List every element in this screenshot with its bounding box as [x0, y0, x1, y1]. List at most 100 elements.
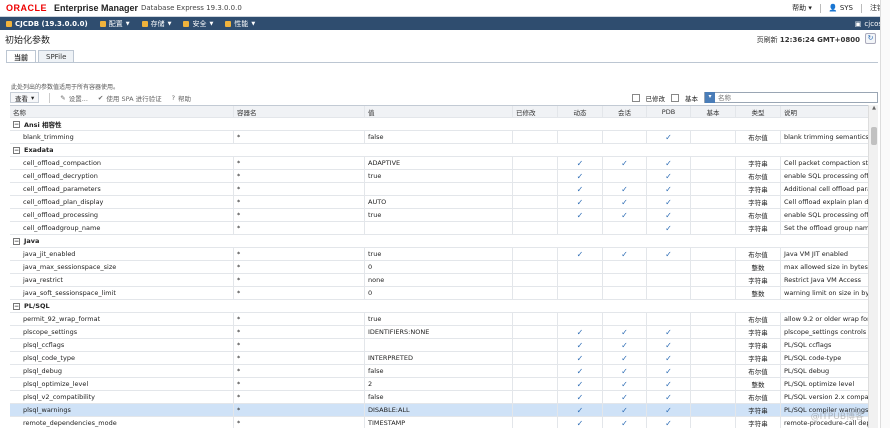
scrollbar-thumb[interactable] — [871, 127, 877, 145]
check-icon: ✓ — [665, 340, 672, 350]
column-header-name[interactable]: 名称 — [10, 106, 234, 117]
help-menu[interactable]: 帮助 ▾ — [792, 3, 812, 13]
param-dynamic-cell: ✓ — [558, 183, 603, 195]
view-menu-button[interactable]: 查看 ▾ — [10, 92, 40, 103]
param-pdb-cell: ✓ — [647, 248, 691, 260]
table-row[interactable]: cell_offload_parameters * ✓ ✓ ✓ 字符串 Additional… — [10, 183, 868, 196]
param-name-cell: plsql_optimize_level — [10, 378, 234, 390]
collapse-icon[interactable]: − — [13, 237, 20, 245]
group-header[interactable]: − PL/SQL — [10, 300, 50, 312]
table-row[interactable]: remote_dependencies_mode * TIMESTAMP ✓ ✓ ✓ 字符串… — [10, 417, 868, 428]
nav-security[interactable]: 安全 ▼ — [177, 17, 219, 30]
check-icon: ✓ — [576, 353, 584, 363]
param-session-cell — [603, 170, 647, 182]
check-icon: ✓ — [576, 405, 584, 415]
table-row[interactable]: blank_trimming * false ✓ 布尔值 blank trimming s… — [10, 131, 868, 144]
group-header[interactable]: − Java — [10, 235, 39, 247]
nav-performance[interactable]: 性能 ▼ — [219, 17, 261, 30]
param-name-cell: cell_offload_plan_display — [10, 196, 234, 208]
table-row[interactable]: cell_offload_processing * true ✓ ✓ ✓ 布尔值 enable… — [10, 209, 868, 222]
param-session-cell — [603, 261, 647, 273]
column-header-modified[interactable]: 已修改 — [513, 106, 558, 117]
filter-input[interactable] — [715, 93, 865, 102]
param-pdb-cell: ✓ — [647, 378, 691, 390]
vertical-scrollbar[interactable]: ▲ — [868, 105, 878, 428]
group-header[interactable]: − Ansi 相容性 — [10, 118, 62, 130]
tab-spfile[interactable]: SPFile — [38, 50, 75, 62]
tab-current[interactable]: 当前 — [6, 50, 36, 62]
collapse-icon[interactable]: − — [13, 302, 20, 310]
column-header-pdb[interactable]: PDB — [647, 106, 691, 117]
param-modified-cell — [513, 170, 558, 182]
table-row[interactable]: permit_92_wrap_format * true 布尔值 allow 9.2 o… — [10, 313, 868, 326]
param-session-cell: ✓ — [603, 196, 647, 208]
param-dynamic-cell — [558, 131, 603, 143]
check-icon: ✓ — [576, 184, 584, 194]
group-row[interactable]: − Exadata — [10, 144, 868, 157]
table-row[interactable]: java_max_sessionspace_size * 0 整数 max allowe… — [10, 261, 868, 274]
param-value-cell — [365, 222, 513, 234]
param-basic-cell — [691, 391, 736, 403]
column-header-dynamic[interactable]: 动态 — [558, 106, 603, 117]
table-row[interactable]: cell_offload_decryption * true ✓ ✓ 布尔值 enable … — [10, 170, 868, 183]
table-row[interactable]: cell_offloadgroup_name * ✓ 字符串 Set the offlo… — [10, 222, 868, 235]
table-row[interactable]: java_restrict * none 字符串 Restrict Java VM Ac… — [10, 274, 868, 287]
param-description-cell: enable SQL processing offlo... — [784, 211, 868, 219]
check-icon: ✓ — [576, 340, 584, 350]
param-session-cell — [603, 131, 647, 143]
basic-checkbox[interactable] — [671, 93, 679, 102]
param-dynamic-cell — [558, 287, 603, 299]
param-basic-cell — [691, 131, 736, 143]
param-session-cell: ✓ — [603, 391, 647, 403]
nav-config[interactable]: 配置 ▼ — [94, 17, 136, 30]
column-header-container[interactable]: 容器名 — [234, 106, 365, 117]
table-row[interactable]: cell_offload_compaction * ADAPTIVE ✓ ✓ ✓ 字符串 Ce… — [10, 157, 868, 170]
user-menu[interactable]: 👤 SYS — [829, 4, 853, 12]
param-container-cell: * — [234, 378, 365, 390]
table-row[interactable]: java_soft_sessionspace_limit * 0 整数 warning … — [10, 287, 868, 300]
param-modified-cell — [513, 261, 558, 273]
table-row[interactable]: plsql_warnings * DISABLE:ALL ✓ ✓ ✓ 字符串 PL/SQL c… — [10, 404, 868, 417]
nav-db-home[interactable]: CJCDB (19.3.0.0.0) — [0, 17, 94, 30]
param-container-cell: * — [234, 417, 365, 428]
table-row[interactable]: cell_offload_plan_display * AUTO ✓ ✓ ✓ 字符串 Cell… — [10, 196, 868, 209]
table-row[interactable]: plsql_v2_compatibility * false ✓ ✓ ✓ 布尔值 PL/SQL… — [10, 391, 868, 404]
column-header-value[interactable]: 值 — [365, 106, 513, 117]
refresh-icon[interactable]: ↻ — [865, 33, 876, 44]
group-row[interactable]: − Ansi 相容性 — [10, 118, 868, 131]
collapse-icon[interactable]: − — [13, 120, 20, 128]
basic-label: 基本 — [685, 94, 698, 103]
group-header[interactable]: − Exadata — [10, 144, 54, 156]
modified-checkbox[interactable] — [631, 93, 640, 102]
param-type-cell: 字符串 — [736, 339, 781, 351]
param-value-cell: 2 — [365, 378, 513, 390]
filter-dropdown-icon[interactable]: ▾ — [705, 92, 715, 103]
param-container-cell: * — [234, 183, 365, 195]
param-dynamic-cell — [558, 222, 603, 234]
group-row[interactable]: − PL/SQL — [10, 300, 868, 313]
watermark: @ITPUB博客 — [810, 412, 864, 422]
set-button[interactable]: ✎ 设置... — [60, 93, 88, 103]
param-name-cell: plsql_v2_compatibility — [10, 391, 234, 403]
table-row[interactable]: plsql_debug * false ✓ ✓ ✓ 布尔值 PL/SQL debug — [10, 365, 868, 378]
table-row[interactable]: java_jit_enabled * true ✓ ✓ ✓ 布尔值 Java VM JIT e… — [10, 248, 868, 261]
column-header-basic[interactable]: 基本 — [691, 106, 736, 117]
chevron-down-icon: ▼ — [251, 20, 256, 27]
scroll-up-icon[interactable]: ▲ — [869, 105, 879, 114]
column-header-description[interactable]: 说明 — [781, 106, 868, 117]
collapse-icon[interactable]: − — [13, 146, 20, 154]
help-button[interactable]: ? 帮助 — [172, 93, 191, 103]
table-row[interactable]: plsql_code_type * INTERPRETED ✓ ✓ ✓ 字符串 PL/SQL … — [10, 352, 868, 365]
param-pdb-cell: ✓ — [647, 157, 691, 169]
table-row[interactable]: plscope_settings * IDENTIFIERS:NONE ✓ ✓ ✓ 字符串 p… — [10, 326, 868, 339]
column-header-type[interactable]: 类型 — [736, 106, 781, 117]
nav-storage[interactable]: 存储 ▼ — [136, 17, 178, 30]
table-row[interactable]: plsql_ccflags * ✓ ✓ ✓ 字符串 PL/SQL ccflags — [10, 339, 868, 352]
table-row[interactable]: plsql_optimize_level * 2 ✓ ✓ ✓ 整数 PL/SQL optimi… — [10, 378, 868, 391]
check-icon: ✓ — [621, 418, 628, 428]
spa-validate-button[interactable]: ✔ 使用 SPA 进行验证 — [98, 93, 162, 103]
group-row[interactable]: − Java — [10, 235, 868, 248]
param-session-cell: ✓ — [603, 352, 647, 364]
column-header-session[interactable]: 会话 — [603, 106, 647, 117]
chevron-down-icon: ▾ — [31, 93, 35, 102]
